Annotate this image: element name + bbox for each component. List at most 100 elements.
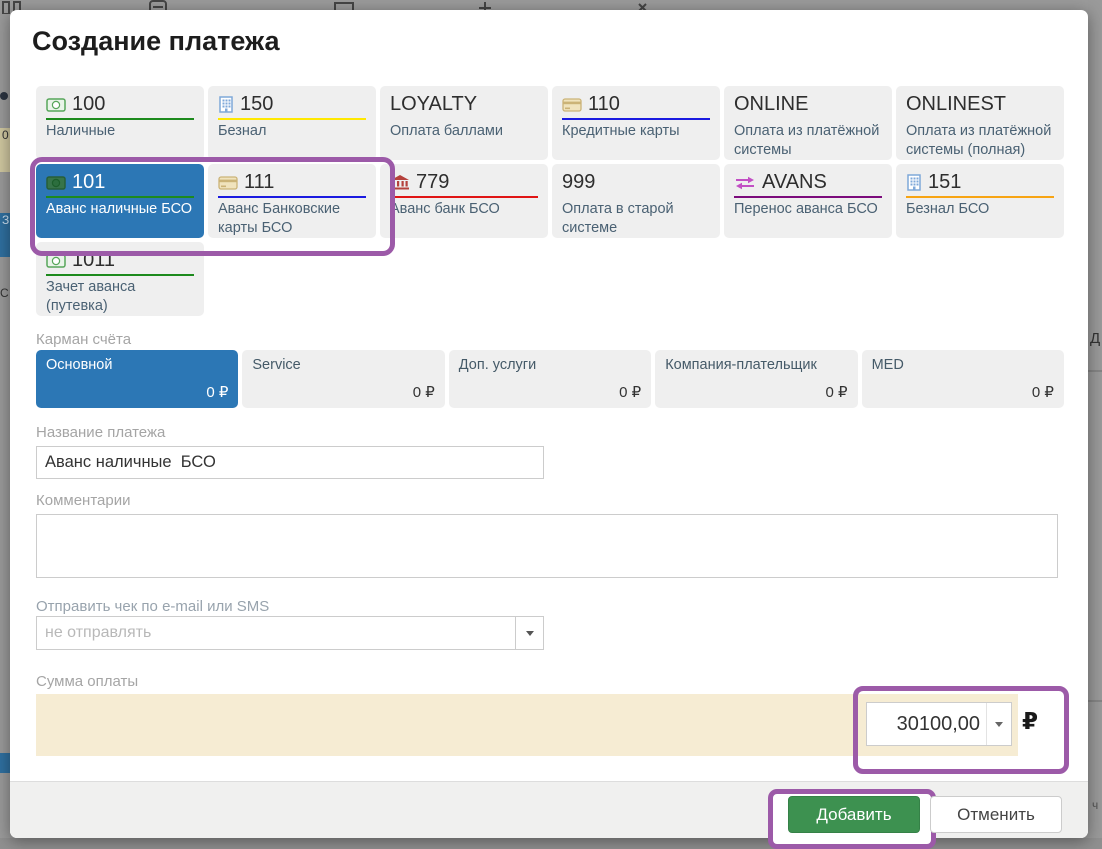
payment-type-tile-150[interactable]: 150 Безнал (208, 86, 376, 160)
payment-type-code: 110 (588, 93, 620, 116)
background-dot (0, 92, 8, 100)
pockets-label: Карман счёта (36, 331, 131, 348)
tile-underline (390, 118, 538, 120)
pocket-name: Основной (46, 357, 228, 373)
background-letter-d: Д (1090, 332, 1102, 350)
payment-type-label: Аванс Банковские карты БСО (218, 200, 366, 238)
tile-underline (734, 118, 882, 120)
cancel-button[interactable]: Отменить (930, 796, 1062, 833)
pocket-main[interactable]: Основной 0 ₽ (36, 350, 238, 408)
background-bottom-strip (0, 838, 1102, 849)
tile-underline (218, 196, 366, 198)
payment-type-tile-online[interactable]: ONLINE Оплата из платёжной системы (724, 86, 892, 160)
tile-underline (46, 118, 194, 120)
payment-type-label: Безнал (218, 122, 366, 141)
payment-type-code: ONLINE (734, 93, 808, 116)
banknote-icon (46, 98, 66, 112)
background-letter-c: C (0, 286, 10, 302)
chevron-down-icon (515, 617, 543, 649)
receipt-label: Отправить чек по e-mail или SMS (36, 598, 269, 615)
chevron-down-icon (995, 722, 1003, 727)
payment-type-label: Оплата в старой системе (562, 200, 710, 238)
payment-type-code: 111 (244, 171, 274, 194)
tile-underline (906, 196, 1054, 198)
card-icon (218, 176, 238, 190)
comments-textarea[interactable] (36, 514, 1058, 578)
payment-type-label: Наличные (46, 122, 194, 141)
payment-type-code: 100 (72, 93, 105, 116)
payment-type-label: Аванс банк БСО (390, 200, 538, 219)
payment-type-tile-loyalty[interactable]: LOYALTY Оплата баллами (380, 86, 548, 160)
payment-type-code: 101 (72, 171, 105, 194)
pocket-amount: 0 ₽ (46, 383, 228, 401)
payment-type-tile-151[interactable]: 151 Безнал БСО (896, 164, 1064, 238)
payment-type-label: Оплата из платёжной системы (734, 122, 882, 160)
building-icon (218, 96, 234, 113)
pocket-amount: 0 ₽ (252, 383, 434, 401)
pocket-extra-services[interactable]: Доп. услуги 0 ₽ (449, 350, 651, 408)
payment-type-tile-onlinest[interactable]: ONLINEST Оплата из платёжной системы (по… (896, 86, 1064, 160)
payment-type-code: AVANS (762, 171, 827, 194)
pocket-service[interactable]: Service 0 ₽ (242, 350, 444, 408)
tile-underline (734, 196, 882, 198)
payment-type-label: Перенос аванса БСО (734, 200, 882, 219)
payment-type-label: Зачет аванса (путевка) (46, 278, 194, 316)
banknote-icon (46, 254, 66, 268)
building-icon (906, 174, 922, 191)
payment-type-label: Оплата из платёжной системы (полная) (906, 122, 1054, 160)
comments-label: Комментарии (36, 492, 130, 509)
payment-type-tile-101-selected[interactable]: 101 Аванс наличные БСО (36, 164, 204, 238)
payment-name-label: Название платежа (36, 424, 165, 441)
pocket-name: Компания-плательщик (665, 357, 847, 373)
receipt-select-value: не отправлять (37, 624, 515, 642)
create-payment-dialog: Создание платежа 100 Наличные 150 Безнал… (10, 10, 1088, 838)
pocket-name: Service (252, 357, 434, 373)
payment-type-code: 1011 (72, 249, 115, 272)
payment-type-tile-110[interactable]: 110 Кредитные карты (552, 86, 720, 160)
background-letter-ch: ч (1092, 798, 1102, 814)
pocket-amount: 0 ₽ (459, 383, 641, 401)
payment-name-input[interactable] (36, 446, 544, 479)
payment-type-code: LOYALTY (390, 93, 477, 116)
tile-underline (562, 196, 710, 198)
payment-type-code: 151 (928, 171, 961, 194)
dialog-footer: Добавить Отменить (10, 781, 1088, 838)
tile-underline (218, 118, 366, 120)
dialog-title: Создание платежа (32, 26, 279, 57)
payment-type-label: Безнал БСО (906, 200, 1054, 219)
payment-type-code: 999 (562, 171, 595, 194)
card-icon (562, 98, 582, 112)
amount-input[interactable] (867, 703, 986, 745)
payment-type-tile-avans[interactable]: AVANS Перенос аванса БСО (724, 164, 892, 238)
pocket-name: Доп. услуги (459, 357, 641, 373)
payment-type-code: ONLINEST (906, 93, 1006, 116)
add-button[interactable]: Добавить (788, 796, 920, 833)
account-pockets: Основной 0 ₽ Service 0 ₽ Доп. услуги 0 ₽… (36, 350, 1064, 408)
payment-type-label: Кредитные карты (562, 122, 710, 141)
background-cell-blue2 (0, 753, 10, 773)
payment-type-tile-100[interactable]: 100 Наличные (36, 86, 204, 160)
payment-type-grid: 100 Наличные 150 Безнал LOYALTY Оплата б… (36, 86, 1064, 316)
payment-type-code: 150 (240, 93, 273, 116)
payment-type-tile-1011[interactable]: 1011 Зачет аванса (путевка) (36, 242, 204, 316)
tile-underline (562, 118, 710, 120)
payment-type-tile-111[interactable]: 111 Аванс Банковские карты БСО (208, 164, 376, 238)
transfer-icon (734, 176, 756, 190)
tile-underline (906, 118, 1054, 120)
banknote-icon (46, 176, 66, 190)
payment-type-label: Аванс наличные БСО (46, 200, 194, 219)
payment-type-code: 779 (416, 171, 449, 194)
pocket-amount: 0 ₽ (872, 383, 1054, 401)
bank-icon (390, 175, 410, 190)
pocket-med[interactable]: MED 0 ₽ (862, 350, 1064, 408)
amount-widget (866, 702, 1012, 746)
amount-spinner[interactable] (986, 703, 1011, 745)
currency-ruble-sign: ₽ (1022, 708, 1038, 735)
background-right-strip (1088, 0, 1102, 849)
payment-type-tile-779[interactable]: 779 Аванс банк БСО (380, 164, 548, 238)
payment-type-label: Оплата баллами (390, 122, 538, 141)
pocket-paying-company[interactable]: Компания-плательщик 0 ₽ (655, 350, 857, 408)
payment-type-tile-999[interactable]: 999 Оплата в старой системе (552, 164, 720, 238)
receipt-select[interactable]: не отправлять (36, 616, 544, 650)
background-divider (1088, 370, 1102, 372)
